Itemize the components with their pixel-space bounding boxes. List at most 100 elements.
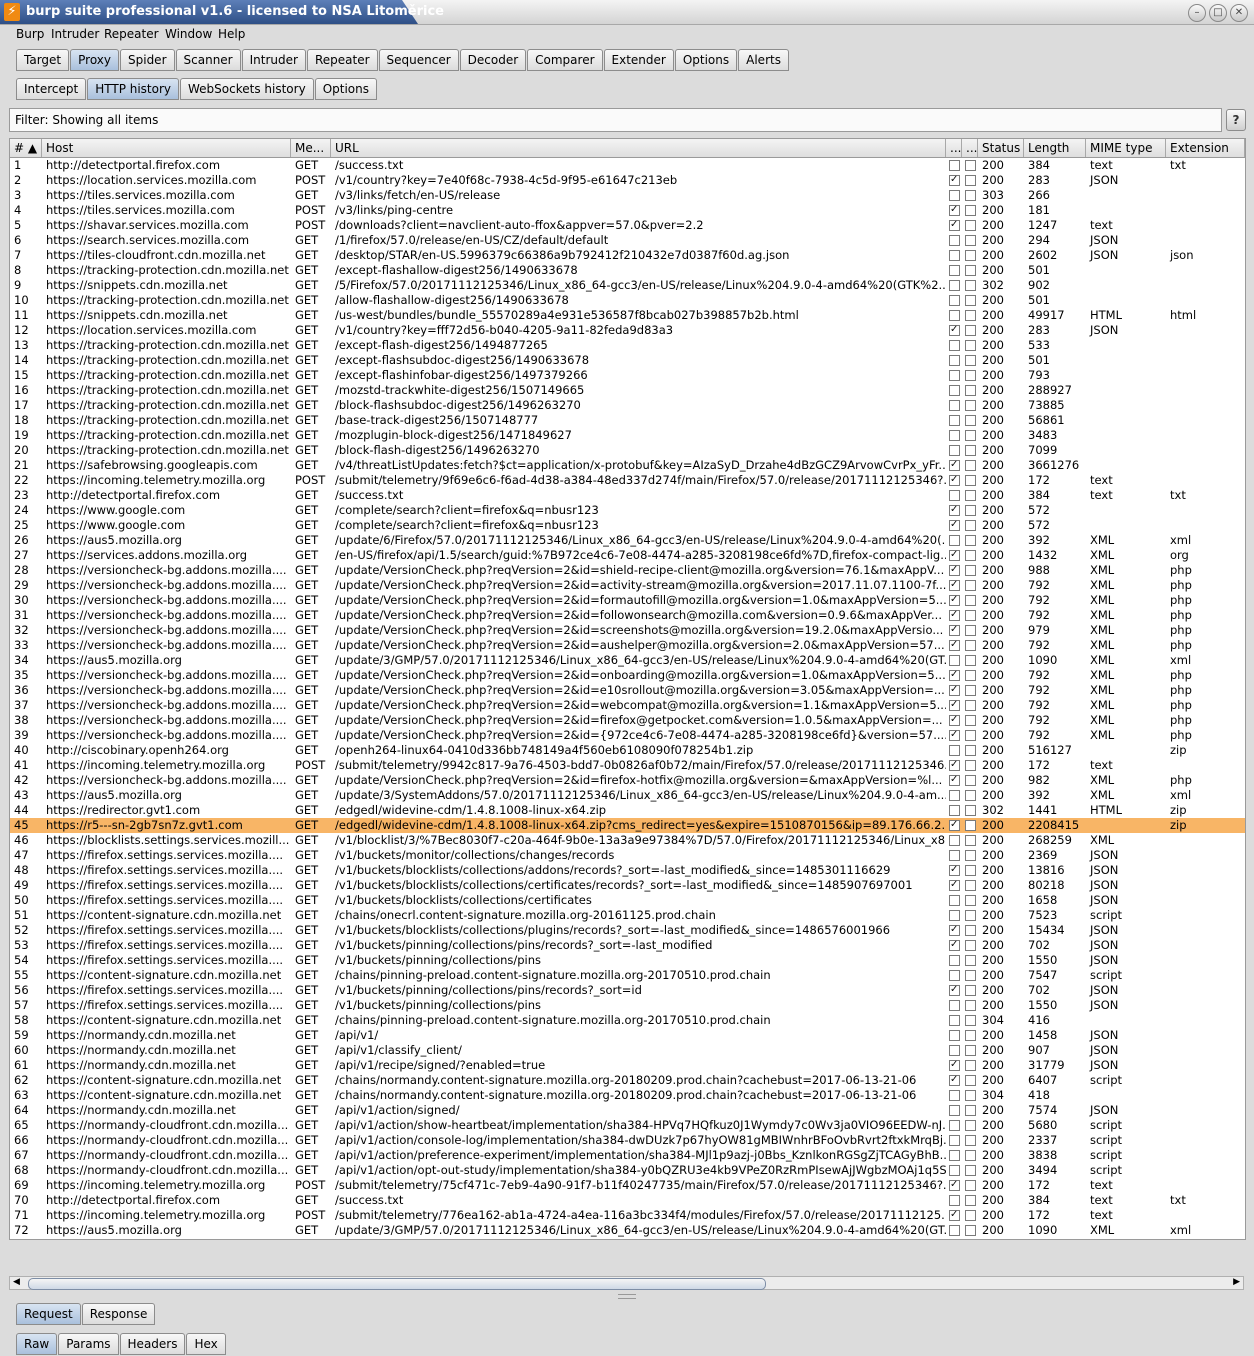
table-row[interactable]: 68 https://normandy-cloudfront.cdn.mozill… [10, 1163, 1245, 1178]
close-icon[interactable]: ✕ [1230, 4, 1248, 22]
table-row[interactable]: 25 https://www.google.com GET/complete/sea… [10, 518, 1245, 533]
table-row[interactable]: 12 https://location.services.mozilla.com G… [10, 323, 1245, 338]
table-row[interactable]: 50 https://firefox.settings.services.mozi… [10, 893, 1245, 908]
table-row[interactable]: 4 https://tiles.services.mozilla.com POST /… [10, 203, 1245, 218]
tab-hex[interactable]: Hex [186, 1333, 226, 1355]
table-row[interactable]: 15 https://tracking-protection.cdn.mozill… [10, 368, 1245, 383]
table-row[interactable]: 29 https://versioncheck-bg.addons.mozilla… [10, 578, 1245, 593]
table-row[interactable]: 56 https://firefox.settings.services.mozi… [10, 983, 1245, 998]
table-row[interactable]: 9 https://snippets.cdn.mozilla.net GET/5/F… [10, 278, 1245, 293]
tab-extender[interactable]: Extender [603, 49, 674, 71]
table-row[interactable]: 21 https://safebrowsing.googleapis.com GET… [10, 458, 1245, 473]
table-row[interactable]: 55 https://content-signature.cdn.mozilla.… [10, 968, 1245, 983]
table-row[interactable]: 59 https://normandy.cdn.mozilla.net GET/ap… [10, 1028, 1245, 1043]
tab-repeater[interactable]: Repeater [306, 49, 378, 71]
table-row[interactable]: 63 https://content-signature.cdn.mozilla.… [10, 1088, 1245, 1103]
tab-proxy[interactable]: Proxy [70, 49, 119, 71]
scroll-left-icon[interactable]: ◀ [13, 1277, 20, 1287]
table-row[interactable]: 46 https://blocklists.settings.services.m… [10, 833, 1245, 848]
table-row[interactable]: 53 https://firefox.settings.services.mozi… [10, 938, 1245, 953]
tab-options[interactable]: Options [674, 49, 738, 71]
table-row[interactable]: 65 https://normandy-cloudfront.cdn.mozill… [10, 1118, 1245, 1133]
tab-http-history[interactable]: HTTP history [87, 78, 180, 100]
table-row[interactable]: 41 https://incoming.telemetry.mozilla.org… [10, 758, 1245, 773]
table-row[interactable]: 58 https://content-signature.cdn.mozilla.… [10, 1013, 1245, 1028]
table-row[interactable]: 66 https://normandy-cloudfront.cdn.mozill… [10, 1133, 1245, 1148]
table-row[interactable]: 20 https://tracking-protection.cdn.mozill… [10, 443, 1245, 458]
scroll-right-icon[interactable]: ▶ [1233, 1277, 1240, 1287]
tab-intercept[interactable]: Intercept [16, 78, 87, 100]
table-row[interactable]: 39 https://versioncheck-bg.addons.mozilla… [10, 728, 1245, 743]
table-row[interactable]: 44 https://redirector.gvt1.com GET/edgedl/… [10, 803, 1245, 818]
table-row[interactable]: 19 https://tracking-protection.cdn.mozill… [10, 428, 1245, 443]
table-row[interactable]: 38 https://versioncheck-bg.addons.mozilla… [10, 713, 1245, 728]
table-row[interactable]: 71 https://incoming.telemetry.mozilla.org… [10, 1208, 1245, 1223]
tab-params[interactable]: Params [58, 1333, 119, 1355]
col-number[interactable]: # ▲ [10, 139, 42, 157]
table-row[interactable]: 60 https://normandy.cdn.mozilla.net GET/ap… [10, 1043, 1245, 1058]
table-row[interactable]: 30 https://versioncheck-bg.addons.mozilla… [10, 593, 1245, 608]
pane-splitter[interactable] [618, 1294, 636, 1299]
table-row[interactable]: 31 https://versioncheck-bg.addons.mozilla… [10, 608, 1245, 623]
scroll-thumb[interactable] [28, 1278, 766, 1290]
tab-target[interactable]: Target [16, 49, 70, 71]
help-button[interactable]: ? [1226, 109, 1246, 131]
table-row[interactable]: 7 https://tiles-cloudfront.cdn.mozilla.ne… [10, 248, 1245, 263]
tab-websockets-history[interactable]: WebSockets history [180, 78, 314, 100]
tab-intruder[interactable]: Intruder [241, 49, 306, 71]
col-status[interactable]: Status [978, 139, 1024, 157]
table-row[interactable]: 47 https://firefox.settings.services.mozi… [10, 848, 1245, 863]
col-host[interactable]: Host [42, 139, 291, 157]
table-row[interactable]: 61 https://normandy.cdn.mozilla.net GET/ap… [10, 1058, 1245, 1073]
table-row[interactable]: 3 https://tiles.services.mozilla.com GET/v… [10, 188, 1245, 203]
col-url[interactable]: URL [331, 139, 946, 157]
menu-intruder[interactable]: Intruder [51, 27, 99, 41]
table-row[interactable]: 49 https://firefox.settings.services.mozi… [10, 878, 1245, 893]
table-row[interactable]: 69 https://incoming.telemetry.mozilla.org… [10, 1178, 1245, 1193]
minimize-icon[interactable]: – [1188, 4, 1206, 22]
col-params[interactable]: ... [946, 139, 962, 157]
table-row[interactable]: 35 https://versioncheck-bg.addons.mozilla… [10, 668, 1245, 683]
tab-scanner[interactable]: Scanner [175, 49, 241, 71]
table-row[interactable]: 2 https://location.services.mozilla.com PO… [10, 173, 1245, 188]
col-mime-type[interactable]: MIME type [1086, 139, 1166, 157]
table-row[interactable]: 23 http://detectportal.firefox.com GET/suc… [10, 488, 1245, 503]
filter-bar[interactable]: Filter: Showing all items [9, 108, 1222, 132]
table-row[interactable]: 13 https://tracking-protection.cdn.mozill… [10, 338, 1245, 353]
table-row[interactable]: 18 https://tracking-protection.cdn.mozill… [10, 413, 1245, 428]
table-row[interactable]: 24 https://www.google.com GET/complete/sea… [10, 503, 1245, 518]
tab-raw[interactable]: Raw [16, 1333, 58, 1355]
table-row[interactable]: 28 https://versioncheck-bg.addons.mozilla… [10, 563, 1245, 578]
table-row[interactable]: 37 https://versioncheck-bg.addons.mozilla… [10, 698, 1245, 713]
table-row[interactable]: 48 https://firefox.settings.services.mozi… [10, 863, 1245, 878]
maximize-icon[interactable]: □ [1209, 4, 1227, 22]
tab-comparer[interactable]: Comparer [527, 49, 603, 71]
tab-alerts[interactable]: Alerts [738, 49, 789, 71]
table-row[interactable]: 5 https://shavar.services.mozilla.com POST… [10, 218, 1245, 233]
table-row[interactable]: 27 https://services.addons.mozilla.org GET… [10, 548, 1245, 563]
table-row[interactable]: 26 https://aus5.mozilla.org GET/update/6/F… [10, 533, 1245, 548]
col-method[interactable]: Me... [291, 139, 331, 157]
table-row[interactable]: 11 https://snippets.cdn.mozilla.net GET/us… [10, 308, 1245, 323]
tab-spider[interactable]: Spider [120, 49, 175, 71]
table-row[interactable]: 6 https://search.services.mozilla.com GET /… [10, 233, 1245, 248]
table-row[interactable]: 51 https://content-signature.cdn.mozilla.… [10, 908, 1245, 923]
menu-burp[interactable]: Burp [16, 27, 44, 41]
table-row[interactable]: 57 https://firefox.settings.services.mozi… [10, 998, 1245, 1013]
table-row[interactable]: 33 https://versioncheck-bg.addons.mozilla… [10, 638, 1245, 653]
table-row[interactable]: 67 https://normandy-cloudfront.cdn.mozill… [10, 1148, 1245, 1163]
table-row[interactable]: 52 https://firefox.settings.services.mozi… [10, 923, 1245, 938]
menu-window[interactable]: Window [165, 27, 212, 41]
table-row[interactable]: 32 https://versioncheck-bg.addons.mozilla… [10, 623, 1245, 638]
table-row[interactable]: 14 https://tracking-protection.cdn.mozill… [10, 353, 1245, 368]
table-row[interactable]: 10 https://tracking-protection.cdn.mozill… [10, 293, 1245, 308]
table-row[interactable]: 8 https://tracking-protection.cdn.mozilla… [10, 263, 1245, 278]
table-row[interactable]: 72 https://aus5.mozilla.org GET/update/3/G… [10, 1223, 1245, 1238]
table-row[interactable]: 70 http://detectportal.firefox.com GET/suc… [10, 1193, 1245, 1208]
menu-help[interactable]: Help [218, 27, 245, 41]
col-length[interactable]: Length [1024, 139, 1086, 157]
table-row[interactable]: 22 https://incoming.telemetry.mozilla.org… [10, 473, 1245, 488]
table-row[interactable]: 42 https://versioncheck-bg.addons.mozilla… [10, 773, 1245, 788]
table-row[interactable]: 17 https://tracking-protection.cdn.mozill… [10, 398, 1245, 413]
tab-proxy-options[interactable]: Options [314, 78, 377, 100]
